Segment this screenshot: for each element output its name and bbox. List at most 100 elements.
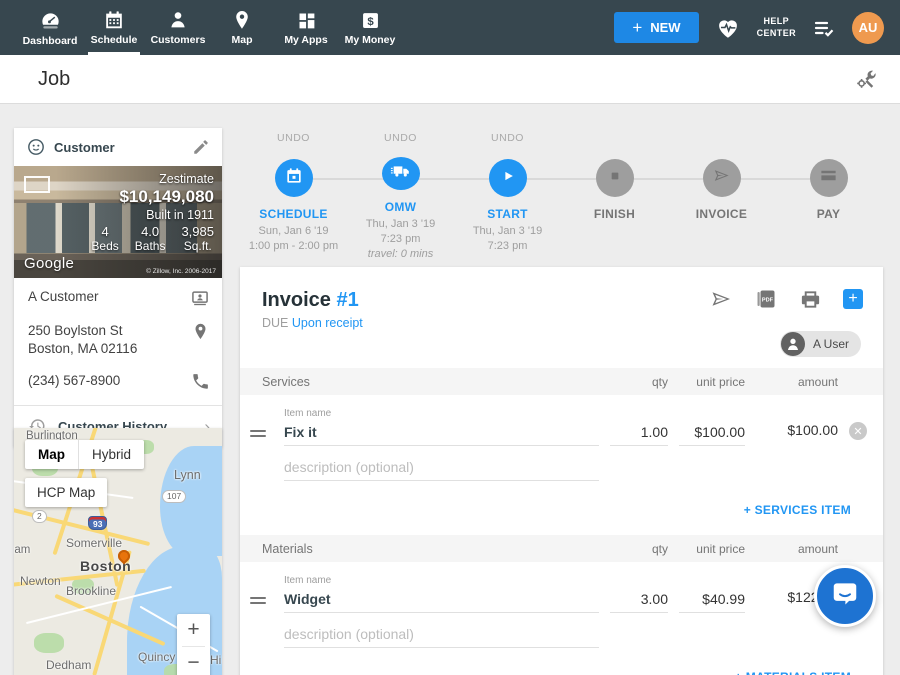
step-label: INVOICE: [696, 207, 747, 221]
finish-step-button[interactable]: [596, 159, 634, 197]
stat-baths: 4.0 Baths: [135, 224, 166, 253]
map-label-dedham: Dedham: [46, 658, 91, 672]
unit-price-column-header: unit price: [679, 542, 745, 556]
invoice-header: Invoice #1 DUE Upon receipt PDF +: [240, 267, 883, 330]
add-service-row: + SERVICES ITEM: [240, 481, 883, 521]
nav-item-customers[interactable]: Customers: [146, 0, 210, 55]
send-invoice-icon[interactable]: [709, 287, 733, 311]
edit-pencil-icon[interactable]: [192, 138, 210, 156]
material-description-input[interactable]: [284, 623, 599, 648]
page-header: Job: [0, 55, 900, 104]
map-zoom-control: + −: [177, 614, 210, 675]
customers-icon: [167, 9, 189, 31]
top-navigation: Dashboard Schedule Customers Map: [0, 0, 900, 55]
add-invoice-button[interactable]: +: [843, 289, 863, 309]
new-button[interactable]: + NEW: [614, 12, 698, 43]
dashboard-icon: [39, 9, 62, 32]
timeline-step-schedule: UNDO SCHEDULE Sun, Jan 6 '19 1:00 pm - 2…: [240, 132, 347, 262]
drag-handle[interactable]: [250, 430, 266, 446]
item-name-label-row: Item name: [240, 408, 883, 419]
timeline-step-pay: PAY: [775, 132, 882, 262]
schedule-step-button[interactable]: [275, 159, 313, 197]
pay-step-button[interactable]: [810, 159, 848, 197]
calendar-icon: [284, 166, 304, 191]
service-amount: $100.00: [756, 422, 838, 446]
material-qty-input[interactable]: [610, 588, 668, 613]
task-list-icon[interactable]: [812, 16, 836, 40]
material-name-input[interactable]: [284, 588, 599, 613]
nav-item-my-apps[interactable]: My Apps: [274, 0, 338, 55]
route-107-shield: 107: [162, 490, 186, 503]
timeline-step-omw: UNDO OMW Thu, Jan 3 '19 7:23 pm travel: …: [347, 132, 454, 262]
user-avatar[interactable]: AU: [852, 12, 884, 44]
phone-icon[interactable]: [191, 372, 210, 391]
start-step-button[interactable]: [489, 159, 527, 197]
zoom-out-button[interactable]: −: [177, 647, 210, 675]
nav-item-schedule[interactable]: Schedule: [82, 0, 146, 55]
omw-step-button[interactable]: [382, 157, 420, 190]
health-heart-icon[interactable]: [715, 15, 741, 41]
invoice-step-button[interactable]: [703, 159, 741, 197]
customer-card-header: Customer: [14, 128, 222, 166]
zoom-in-button[interactable]: +: [177, 614, 210, 646]
map-widget[interactable]: Burlington Lynn 107 2 93 Somerville ham …: [14, 428, 222, 675]
job-settings-icon[interactable]: [854, 67, 878, 91]
step-date: Thu, Jan 3 '19: [366, 217, 435, 232]
nav-item-my-money[interactable]: $ My Money: [338, 0, 402, 55]
step-label: FINISH: [594, 207, 635, 221]
service-description-input[interactable]: [284, 456, 599, 481]
nav-label: Schedule: [91, 34, 138, 46]
invoice-card: Invoice #1 DUE Upon receipt PDF +: [240, 267, 883, 675]
nav-label: Dashboard: [23, 35, 78, 47]
baths-value: 4.0: [135, 224, 166, 239]
service-unit-price-input[interactable]: [679, 421, 745, 446]
chat-bubble-icon: [830, 579, 860, 614]
material-unit-price-input[interactable]: [679, 588, 745, 613]
zestimate-overlay: Zestimate $10,149,080 Built in 1911 4 Be…: [91, 172, 214, 253]
undo-link[interactable]: UNDO: [491, 132, 524, 147]
customer-address-row: 250 Boylston St Boston, MA 02116: [14, 312, 222, 362]
print-icon[interactable]: [799, 288, 822, 311]
contact-card-icon[interactable]: [190, 288, 210, 308]
assigned-user-pill[interactable]: A User: [780, 331, 861, 357]
amount-column-header: amount: [756, 542, 838, 556]
nav-item-dashboard[interactable]: Dashboard: [18, 0, 82, 55]
map-label-newton: Newton: [20, 574, 61, 588]
service-qty-input[interactable]: [610, 421, 668, 446]
step-date: Sun, Jan 6 '19: [249, 224, 338, 239]
property-photo[interactable]: Zestimate $10,149,080 Built in 1911 4 Be…: [14, 166, 222, 278]
invoice-number[interactable]: #1: [336, 289, 358, 311]
map-type-hybrid-button[interactable]: Hybrid: [79, 440, 144, 469]
address-line1: 250 Boylston St: [28, 323, 123, 338]
add-services-item-link[interactable]: + SERVICES ITEM: [744, 503, 851, 517]
drag-handle[interactable]: [250, 597, 266, 613]
pdf-icon[interactable]: PDF: [754, 287, 778, 311]
help-center-link[interactable]: HELP CENTER: [757, 16, 796, 39]
delete-service-item-icon[interactable]: ✕: [849, 422, 867, 440]
add-materials-item-link[interactable]: + MATERIALS ITEM: [735, 670, 851, 675]
zestimate-label: Zestimate: [91, 172, 214, 186]
due-value-link[interactable]: Upon receipt: [292, 316, 363, 330]
hcp-map-button[interactable]: HCP Map: [25, 478, 107, 507]
nav-items: Dashboard Schedule Customers Map: [0, 0, 402, 55]
beds-value: 4: [91, 224, 118, 239]
nav-item-map[interactable]: Map: [210, 0, 274, 55]
customer-address: 250 Boylston St Boston, MA 02116: [28, 322, 137, 358]
undo-link[interactable]: UNDO: [384, 132, 417, 145]
new-button-label: NEW: [650, 20, 680, 35]
job-timeline: UNDO SCHEDULE Sun, Jan 6 '19 1:00 pm - 2…: [240, 132, 883, 262]
send-icon: [712, 166, 731, 190]
map-label-quincy: Quincy: [138, 650, 175, 664]
unit-price-column-header: unit price: [679, 375, 745, 389]
app-root: Dashboard Schedule Customers Map: [0, 0, 900, 675]
map-type-map-button[interactable]: Map: [25, 440, 78, 469]
service-item-row: $100.00 ✕: [240, 421, 883, 446]
chat-launcher-button[interactable]: [814, 565, 876, 627]
undo-link[interactable]: UNDO: [277, 132, 310, 147]
stop-icon: [607, 168, 623, 189]
help-center-line2: CENTER: [757, 28, 796, 39]
location-pin-icon[interactable]: [191, 322, 210, 341]
service-name-input[interactable]: [284, 421, 599, 446]
timeline-step-start: UNDO START Thu, Jan 3 '19 7:23 pm: [454, 132, 561, 262]
materials-section-title: Materials: [250, 542, 599, 556]
